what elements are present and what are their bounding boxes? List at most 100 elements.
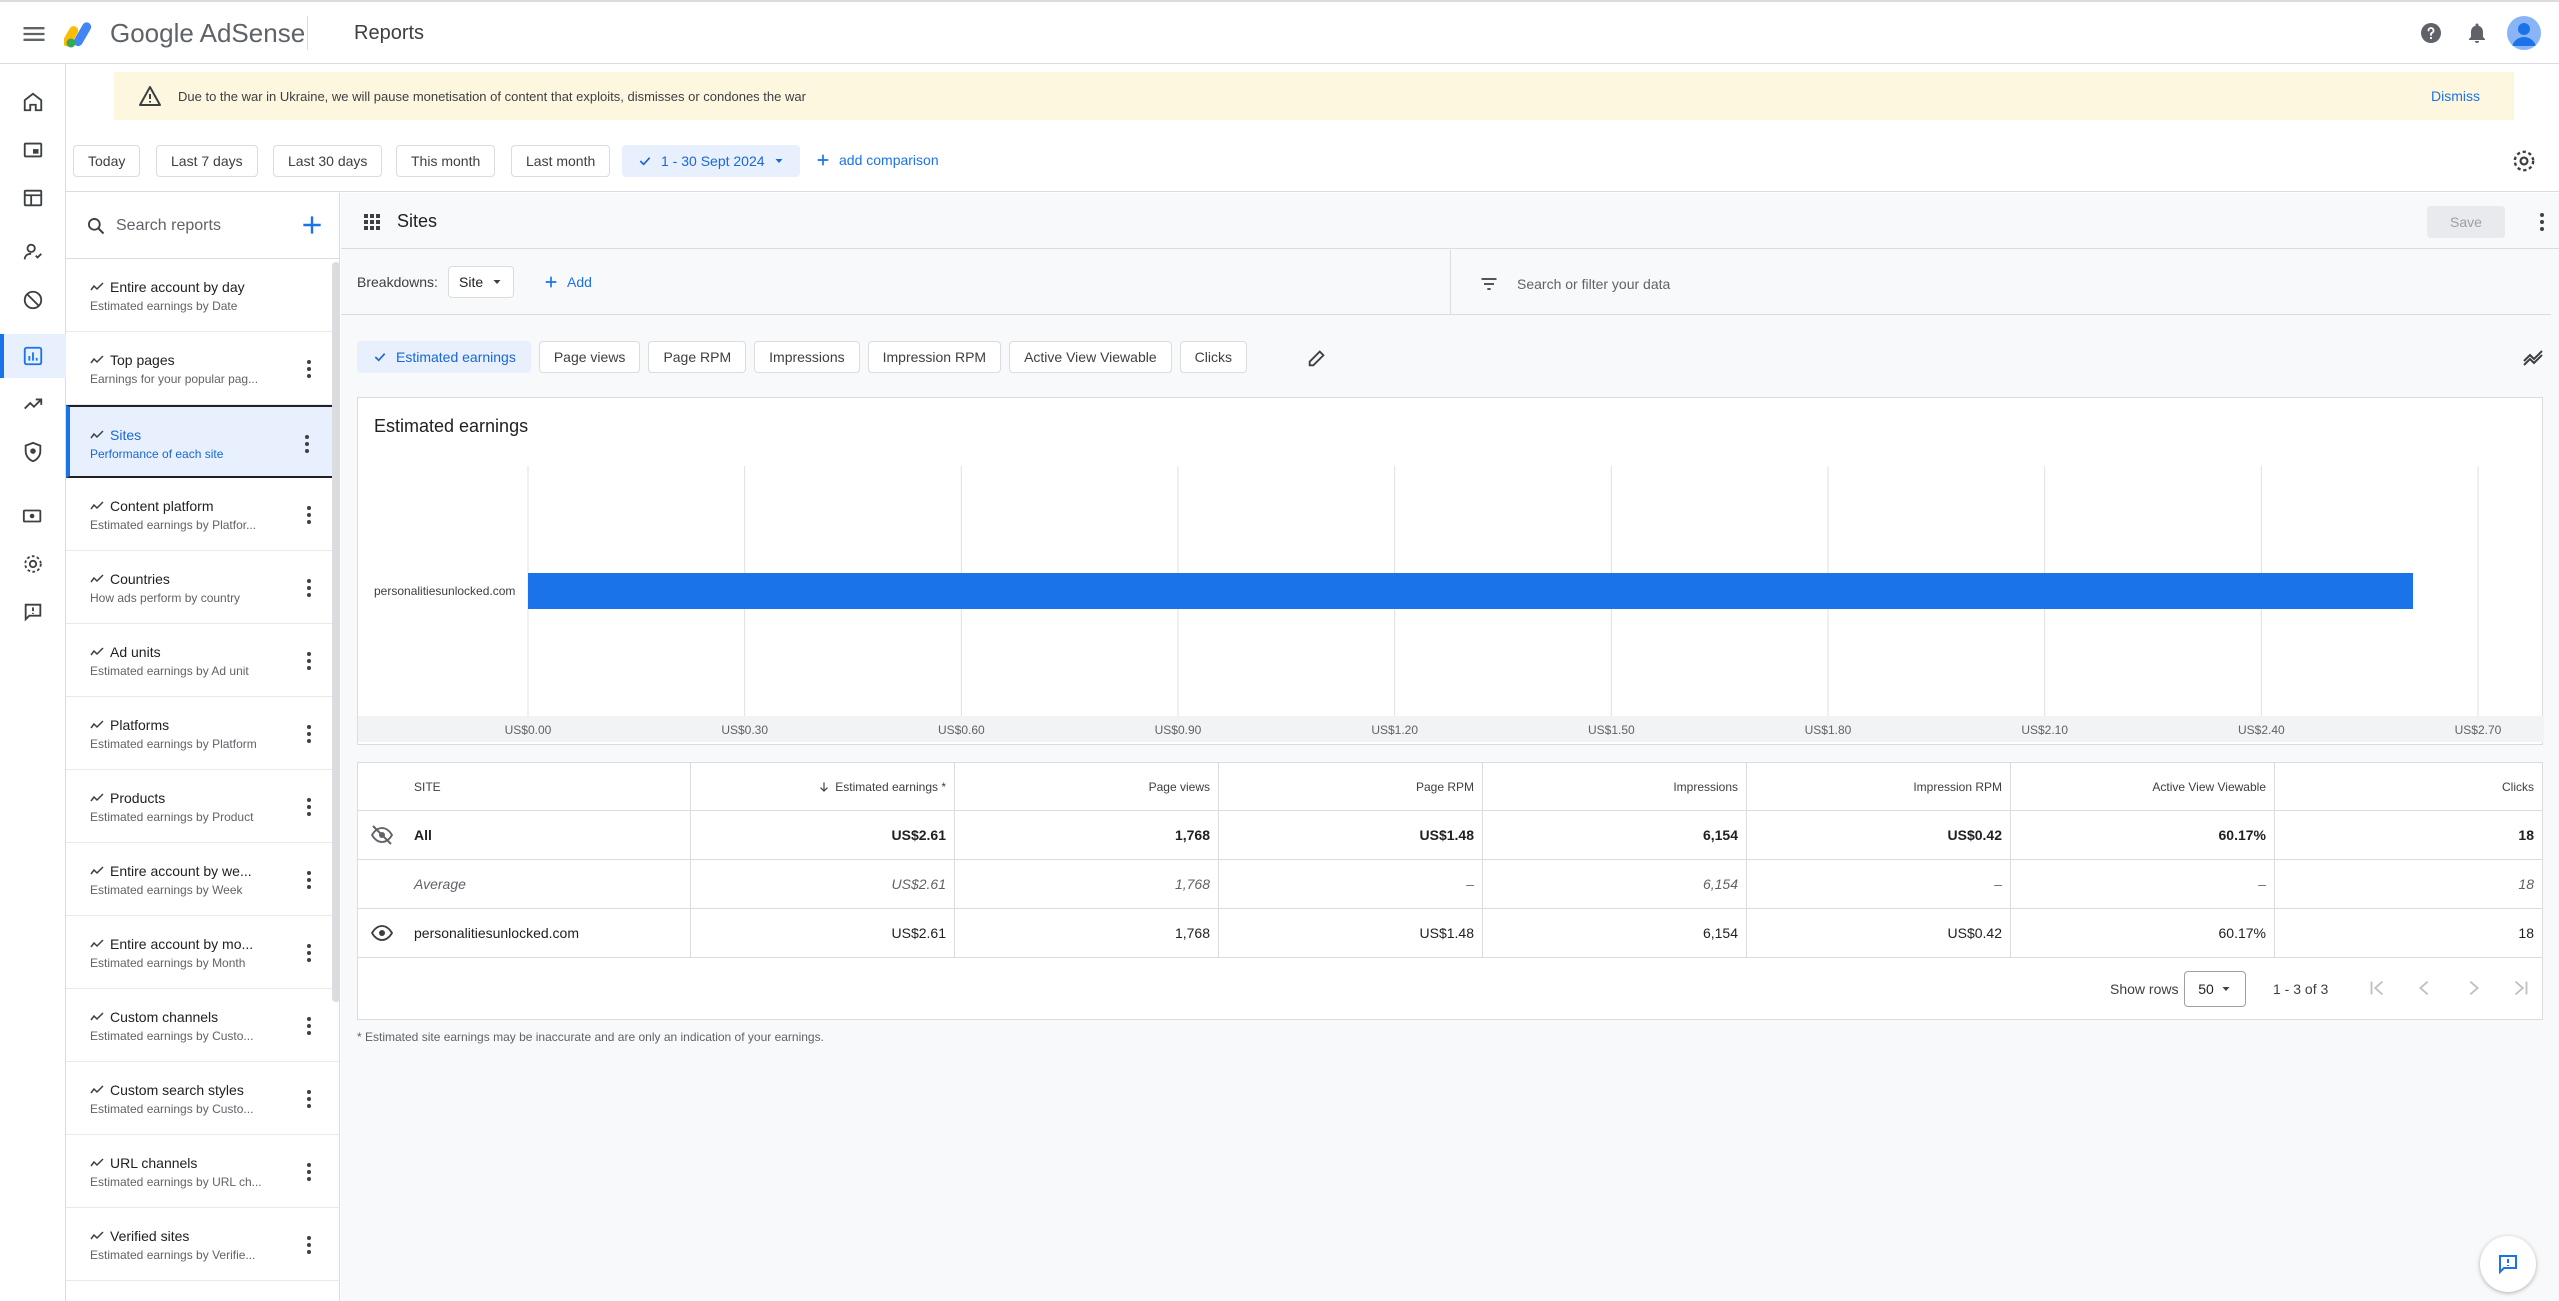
- report-item[interactable]: Ad units Estimated earnings by Ad unit: [66, 624, 339, 697]
- feedback-fab[interactable]: [2480, 1236, 2536, 1292]
- more-vert-icon[interactable]: [299, 1161, 319, 1183]
- add-breakdown-button[interactable]: Add: [543, 274, 592, 290]
- column-header[interactable]: Impressions: [1483, 763, 1747, 810]
- privacy-messaging-icon[interactable]: [0, 230, 66, 274]
- metric-chip-impressions[interactable]: Impressions: [754, 341, 860, 373]
- report-item[interactable]: Entire account by day Estimated earnings …: [66, 259, 339, 332]
- metric-chip-page-views[interactable]: Page views: [538, 341, 641, 373]
- search-input[interactable]: Search reports: [116, 217, 221, 235]
- report-item[interactable]: Countries How ads perform by country: [66, 551, 339, 624]
- column-header[interactable]: SITE: [358, 763, 691, 810]
- more-vert-icon[interactable]: [2532, 211, 2552, 233]
- sites-icon[interactable]: [0, 176, 66, 220]
- metric-chip-page-rpm[interactable]: Page RPM: [648, 341, 747, 373]
- more-vert-icon[interactable]: [299, 796, 319, 818]
- date-range-selector[interactable]: 1 - 30 Sept 2024: [622, 145, 800, 177]
- column-header[interactable]: Page views: [955, 763, 1219, 810]
- more-vert-icon[interactable]: [299, 577, 319, 599]
- more-vert-icon[interactable]: [299, 942, 319, 964]
- report-item[interactable]: Top pages Earnings for your popular pag..…: [66, 332, 339, 405]
- feedback-icon[interactable]: [0, 590, 66, 634]
- report-item[interactable]: Entire account by we... Estimated earning…: [66, 843, 339, 916]
- reports-icon[interactable]: [0, 334, 66, 378]
- column-header[interactable]: Page RPM: [1219, 763, 1483, 810]
- next-page-icon[interactable]: [2462, 977, 2484, 999]
- report-item[interactable]: URL channels Estimated earnings by URL ch…: [66, 1135, 339, 1208]
- divider: [307, 16, 308, 50]
- chart-bar[interactable]: [528, 573, 2413, 609]
- product-name: Google AdSense: [110, 18, 306, 48]
- save-button[interactable]: Save: [2427, 206, 2505, 238]
- date-chip-last-month[interactable]: Last month: [511, 145, 611, 177]
- more-vert-icon[interactable]: [299, 1088, 319, 1110]
- plus-icon: [545, 276, 557, 288]
- menu-icon[interactable]: [20, 20, 48, 48]
- date-chip-this-month[interactable]: This month: [396, 145, 496, 177]
- new-report-icon[interactable]: [299, 212, 325, 238]
- report-item[interactable]: Verified sites Estimated earnings by Veri…: [66, 1208, 339, 1281]
- more-vert-icon[interactable]: [299, 650, 319, 672]
- date-chip-last-7-days[interactable]: Last 7 days: [156, 145, 258, 177]
- last-page-icon[interactable]: [2510, 977, 2532, 999]
- filter-search[interactable]: Search or filter your data: [1479, 274, 1670, 294]
- report-item-title: Entire account by day: [110, 279, 245, 295]
- metric-chip-active-view-viewable[interactable]: Active View Viewable: [1009, 341, 1172, 373]
- report-item[interactable]: Content platform Estimated earnings by Pl…: [66, 478, 339, 551]
- report-item[interactable]: Custom search styles Estimated earnings b…: [66, 1062, 339, 1135]
- report-item-subtitle: Estimated earnings by Week: [90, 883, 243, 897]
- check-icon: [374, 353, 386, 362]
- help-icon[interactable]: [2415, 17, 2447, 49]
- blocking-controls-icon[interactable]: [0, 278, 66, 322]
- visibility-icon[interactable]: [370, 923, 394, 943]
- apps-grid-icon[interactable]: [363, 213, 381, 231]
- more-vert-icon[interactable]: [297, 433, 317, 455]
- column-header[interactable]: Clicks: [2275, 763, 2542, 810]
- report-item[interactable]: Entire account by mo... Estimated earning…: [66, 916, 339, 989]
- previous-page-icon[interactable]: [2414, 977, 2436, 999]
- chart-type-icon[interactable]: [2521, 345, 2545, 369]
- settings-icon[interactable]: [0, 542, 66, 586]
- more-vert-icon[interactable]: [299, 358, 319, 380]
- date-chip-last-30-days[interactable]: Last 30 days: [273, 145, 383, 177]
- optimisation-icon[interactable]: [0, 382, 66, 426]
- report-item[interactable]: Products Estimated earnings by Product: [66, 770, 339, 843]
- date-chip-today[interactable]: Today: [73, 145, 141, 177]
- report-search[interactable]: Search reports: [66, 193, 339, 259]
- home-icon[interactable]: [0, 80, 66, 124]
- metric-chip-estimated-earnings[interactable]: Estimated earnings: [357, 341, 531, 373]
- payments-icon[interactable]: [0, 494, 66, 538]
- reports-scrollbar[interactable]: [332, 262, 340, 1002]
- adsense-logo[interactable]: Google AdSense: [64, 18, 305, 49]
- first-page-icon[interactable]: [2366, 977, 2388, 999]
- report-item[interactable]: Custom channels Estimated earnings by Cus…: [66, 989, 339, 1062]
- metric-chip-clicks[interactable]: Clicks: [1179, 341, 1247, 373]
- notifications-icon[interactable]: [2461, 17, 2493, 49]
- column-header[interactable]: Estimated earnings *: [691, 763, 955, 810]
- account-avatar[interactable]: [2507, 16, 2541, 50]
- report-item[interactable]: Platforms Estimated earnings by Platform: [66, 697, 339, 770]
- more-vert-icon[interactable]: [299, 723, 319, 745]
- visibility-off-icon[interactable]: [370, 824, 394, 846]
- report-trend-icon: [90, 1012, 104, 1022]
- ads-icon[interactable]: [0, 128, 66, 172]
- report-item[interactable]: Sites Performance of each site: [66, 405, 339, 478]
- column-header-label: Estimated earnings *: [835, 779, 946, 794]
- more-vert-icon[interactable]: [299, 1015, 319, 1037]
- dismiss-button[interactable]: Dismiss: [2431, 88, 2480, 104]
- breakdown-site-select[interactable]: Site: [448, 266, 515, 298]
- divider: [1450, 250, 1451, 315]
- column-header[interactable]: Impression RPM: [1747, 763, 2011, 810]
- more-vert-icon[interactable]: [299, 504, 319, 526]
- edit-metrics-icon[interactable]: [1306, 347, 1328, 369]
- more-vert-icon[interactable]: [299, 1234, 319, 1256]
- filter-input[interactable]: Search or filter your data: [1517, 276, 1670, 292]
- more-vert-icon[interactable]: [299, 869, 319, 891]
- table-cell: US$2.61: [691, 860, 955, 908]
- column-header[interactable]: Active View Viewable: [2011, 763, 2275, 810]
- rows-per-page-select[interactable]: 50: [2184, 971, 2246, 1007]
- metric-chip-impression-rpm[interactable]: Impression RPM: [867, 341, 1002, 373]
- policy-centre-icon[interactable]: [0, 430, 66, 474]
- report-settings-icon[interactable]: [2511, 148, 2537, 174]
- table-row: Average US$2.61 1,768–6,154– –18: [358, 860, 2542, 909]
- add-comparison-button[interactable]: add comparison: [815, 152, 939, 168]
